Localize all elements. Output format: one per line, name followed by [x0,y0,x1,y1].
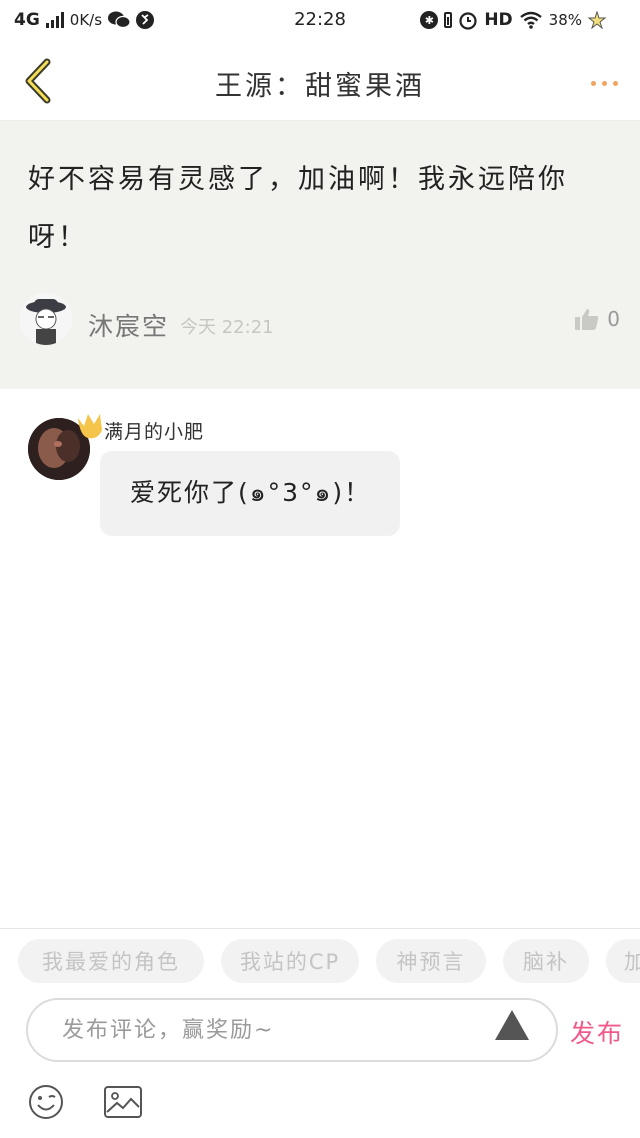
comment-bubble: 爱死你了(๑°3°๑)！ [100,451,400,536]
top-nav-bar: 王源：甜蜜果酒 [0,44,640,121]
send-arrow-icon[interactable] [492,1006,532,1046]
alarm-icon [459,12,477,30]
thumbs-up-icon [575,309,599,330]
tag-my-cp[interactable]: 我站的CP [221,939,359,983]
smiley-icon[interactable] [28,1084,64,1120]
more-dot [612,80,618,86]
crown-badge-icon [78,414,102,439]
tag-favorite-character[interactable]: 我最爱的角色 [18,939,204,983]
bluetooth-icon: ✱ [420,11,439,29]
like-button[interactable]: 0 [575,307,620,331]
post-card: 好不容易有灵感了，加油啊！我永远陪你呀！ 沐宸空 今天 22:21 0 [0,121,640,389]
comment-input[interactable] [26,998,558,1062]
commenter-name[interactable]: 满月的小肥 [104,417,204,444]
wifi-icon [519,11,542,29]
charging-star-icon [588,11,606,29]
tag-more[interactable]: 加 [606,939,640,983]
author-avatar[interactable] [20,293,72,345]
battery-percent: 38% [548,11,582,29]
publish-button[interactable]: 发布 [570,1014,624,1050]
author-name[interactable]: 沐宸空 [88,307,169,343]
quick-tags-bar: 我最爱的角色 我站的CP 神预言 脑补 加 [0,928,640,993]
like-count: 0 [607,307,620,331]
hd-indicator: HD [484,10,513,30]
status-right: ✱ HD 38% [420,10,606,30]
status-bar: 4G 0K/s 22:28 ✱ HD 38% [0,0,640,44]
more-options-button[interactable] [584,68,624,98]
tag-prophecy[interactable]: 神预言 [376,939,486,983]
more-dot [601,80,607,86]
image-icon[interactable] [104,1086,142,1118]
more-dots-icon [590,80,596,86]
page-title: 王源：甜蜜果酒 [215,71,425,102]
tag-imagination[interactable]: 脑补 [503,939,589,983]
post-text: 好不容易有灵感了，加油啊！我永远陪你呀！ [28,164,568,253]
vibrate-icon [444,12,453,28]
post-time: 今天 22:21 [180,317,274,338]
author-avatar-image [20,293,72,345]
